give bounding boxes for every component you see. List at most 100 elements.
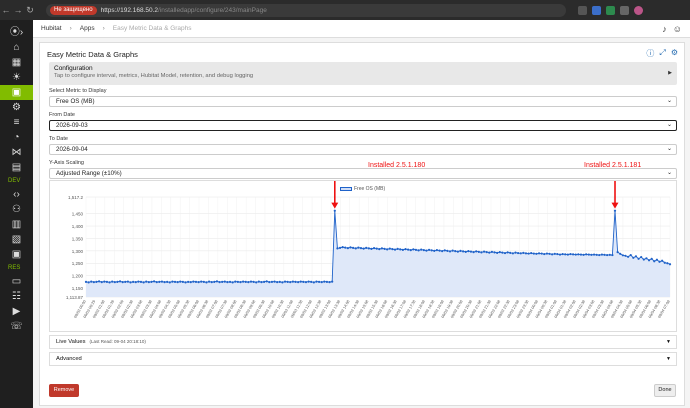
data-point: [362, 247, 365, 250]
apps-icon[interactable]: ▣: [0, 85, 33, 100]
expand-icon[interactable]: ⤢: [659, 48, 665, 59]
data-point: [422, 249, 425, 252]
data-point: [634, 255, 638, 258]
data-point: [598, 253, 601, 257]
data-point: [349, 246, 352, 249]
data-point: [454, 250, 457, 253]
extension-icon[interactable]: [592, 5, 601, 15]
data-point: [333, 209, 336, 212]
data-point: [359, 247, 363, 250]
network-icon[interactable]: ⋈: [0, 145, 33, 160]
advanced-section[interactable]: Advanced ▼: [49, 352, 677, 366]
data-point: [650, 257, 653, 260]
chart-legend[interactable]: Free OS (MB): [340, 186, 385, 192]
data-point: [401, 248, 404, 251]
data-point: [640, 255, 643, 259]
data-point: [367, 247, 370, 250]
bell-icon[interactable]: ♪: [662, 24, 667, 34]
data-point: [404, 248, 407, 251]
remove-button[interactable]: Remove: [49, 384, 79, 397]
data-point: [97, 280, 101, 283]
extension-icon[interactable]: [620, 5, 629, 15]
data-point: [592, 253, 596, 256]
data-point: [152, 280, 156, 283]
code-icon[interactable]: ‹›: [0, 187, 33, 202]
security-badge[interactable]: Не защищено: [50, 5, 97, 15]
done-button[interactable]: Done: [654, 384, 676, 397]
annotation-first-install: Installed 2.5.1.180: [368, 162, 426, 169]
bulb-icon[interactable]: ☀: [0, 70, 33, 85]
data-point: [456, 250, 459, 253]
data-point: [286, 280, 289, 283]
data-point: [234, 280, 237, 283]
data-point: [124, 280, 127, 283]
settings-icon[interactable]: ⚙: [0, 100, 33, 115]
data-point: [482, 250, 486, 253]
extension-icon[interactable]: [606, 5, 615, 15]
chevron-right-icon: ›: [69, 25, 72, 32]
hubitat-logo-icon[interactable]: ⦿›: [0, 20, 33, 40]
info-icon[interactable]: ⓘ: [646, 48, 654, 59]
video-icon[interactable]: ▶: [0, 304, 33, 319]
data-point: [663, 261, 666, 264]
data-point: [493, 251, 496, 254]
y-scaling-select[interactable]: Adjusted Range (±10%) ⌄: [49, 168, 677, 179]
data-point: [312, 281, 315, 284]
community-icon[interactable]: ☷: [0, 289, 33, 304]
file-icon[interactable]: ▤: [0, 160, 33, 175]
breadcrumb-apps[interactable]: Apps: [80, 25, 95, 32]
data-point: [189, 280, 192, 284]
to-date-label: To Date: [49, 136, 68, 142]
data-point: [171, 280, 174, 283]
data-point: [341, 246, 344, 249]
data-point: [215, 280, 219, 283]
data-point: [315, 280, 318, 283]
data-point: [417, 249, 420, 252]
from-date-select[interactable]: 2026-09-03 ⌄: [49, 120, 677, 131]
data-point: [221, 280, 224, 283]
logs-icon[interactable]: ≡: [0, 115, 33, 130]
driver-icon[interactable]: ⚇: [0, 202, 33, 217]
packages-icon[interactable]: ▣: [0, 247, 33, 262]
data-point: [556, 252, 559, 256]
docs-icon[interactable]: ▭: [0, 274, 33, 289]
y-tick-label: 1,113.87: [66, 295, 84, 300]
devices-icon[interactable]: ▦: [0, 55, 33, 70]
data-point: [87, 281, 90, 284]
data-point: [210, 280, 213, 284]
reload-icon[interactable]: ↻: [24, 5, 36, 16]
home-icon[interactable]: ⌂: [0, 40, 33, 55]
data-point: [522, 251, 525, 254]
dev-section-label: DEV: [8, 178, 21, 184]
data-point: [194, 280, 198, 283]
metric-select[interactable]: Free OS (MB) ⌄: [49, 96, 677, 107]
data-point: [325, 280, 329, 283]
back-icon[interactable]: ←: [0, 5, 12, 15]
data-point: [511, 252, 514, 255]
forward-icon[interactable]: →: [12, 5, 24, 15]
gauge-icon[interactable]: ◔: [0, 130, 33, 145]
y-scaling-label: Y-Axis Scaling: [49, 160, 84, 166]
support-icon[interactable]: ☏: [0, 319, 33, 334]
profile-avatar[interactable]: [634, 5, 643, 15]
extension-icon[interactable]: [578, 5, 587, 15]
data-point: [113, 280, 116, 284]
data-point: [658, 260, 661, 263]
breadcrumb-hubitat[interactable]: Hubitat: [41, 25, 62, 32]
user-icon[interactable]: ☺: [673, 24, 682, 34]
data-point: [108, 281, 111, 284]
data-point: [150, 280, 153, 283]
configuration-section[interactable]: Configuration Tap to configure interval,…: [49, 62, 677, 85]
bundle-icon[interactable]: ▧: [0, 232, 33, 247]
url-text[interactable]: https://192.168.50.2/installedapp/config…: [101, 7, 267, 14]
live-values-section[interactable]: Live Values (Last Read: 09-04 20:18:10) ▼: [49, 335, 677, 349]
data-point: [514, 251, 517, 254]
data-point: [273, 280, 276, 283]
library-icon[interactable]: ▥: [0, 217, 33, 232]
settings-icon[interactable]: ⚙: [671, 48, 678, 59]
address-bar[interactable]: Не защищено https://192.168.50.2/install…: [46, 3, 566, 17]
data-point: [621, 254, 624, 257]
data-point: [372, 247, 376, 250]
to-date-select[interactable]: 2026-09-04 ⌄: [49, 144, 677, 155]
data-point: [430, 249, 433, 252]
